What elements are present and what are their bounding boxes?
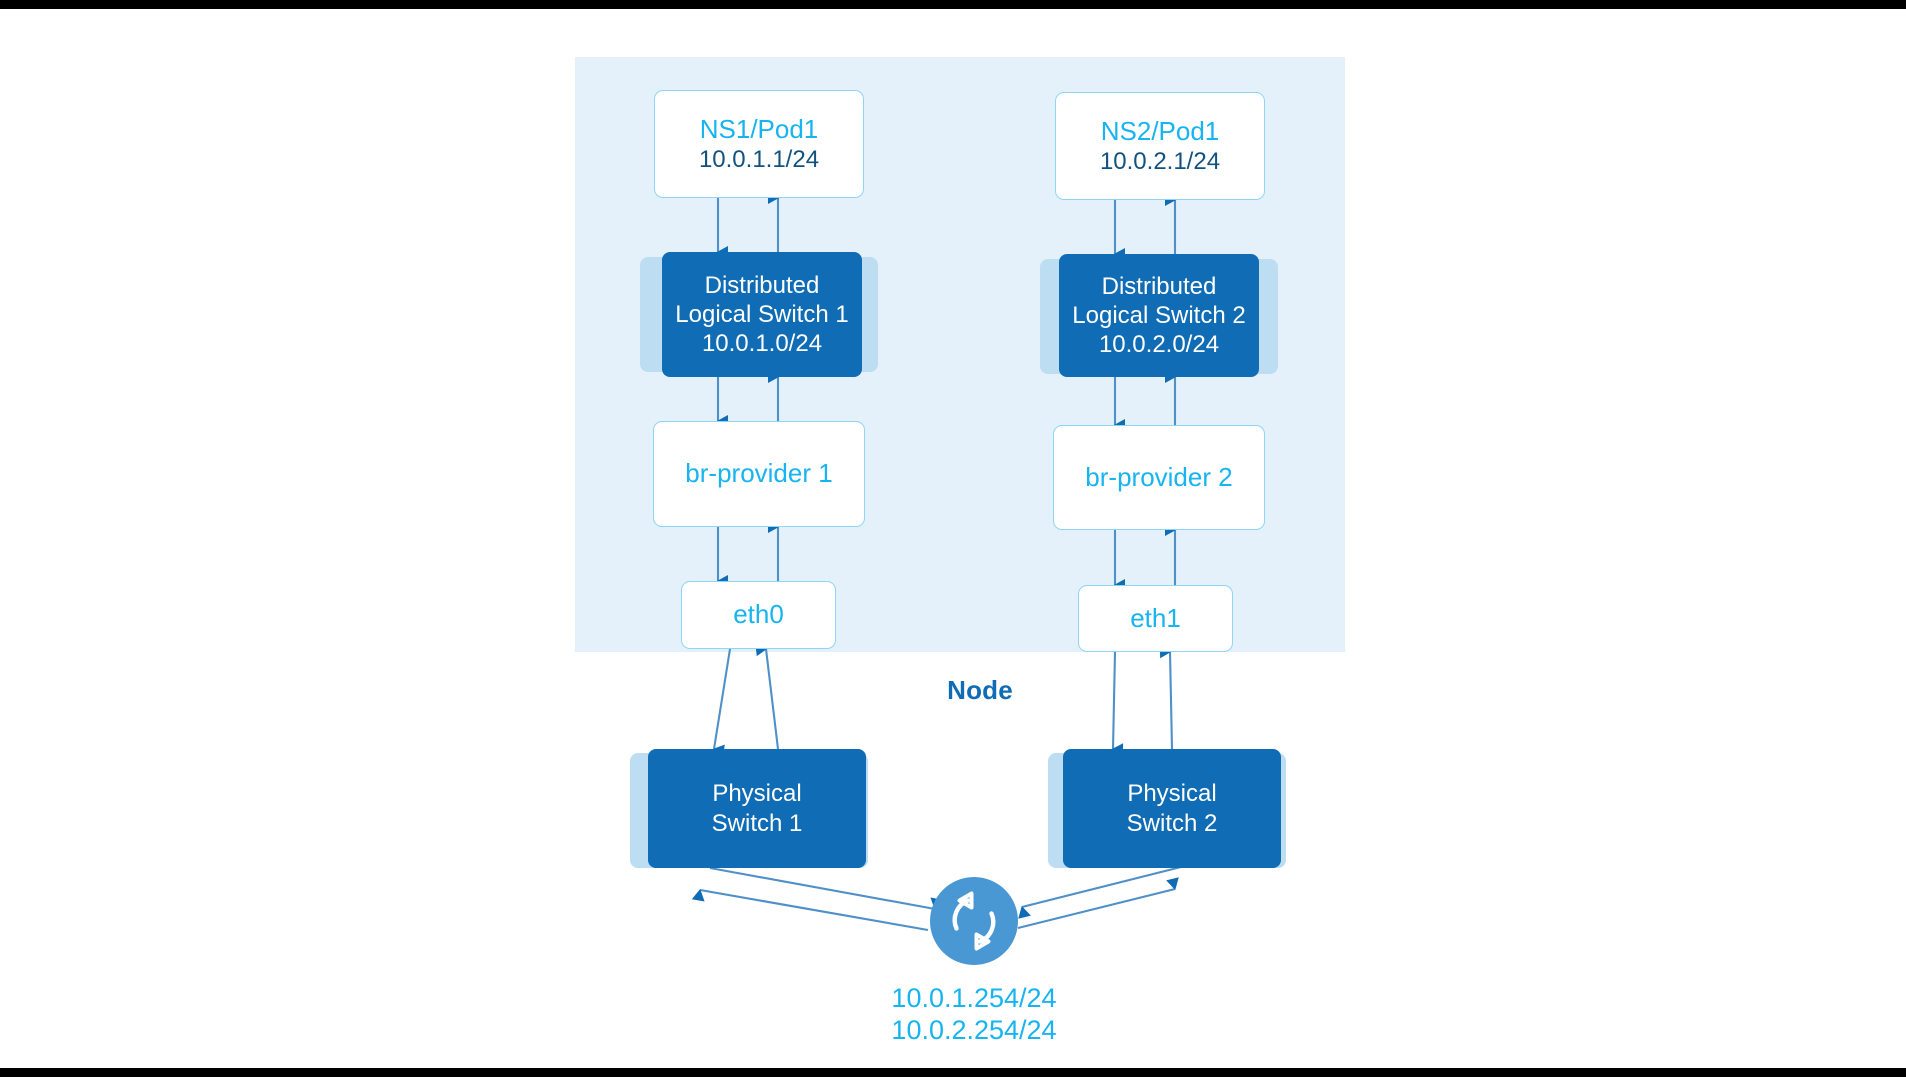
bridge-box-1[interactable]: br-provider 1: [653, 421, 865, 527]
node-label: Node: [947, 675, 1013, 705]
pod-name: NS2/Pod1: [1100, 115, 1220, 146]
pod-name: NS1/Pod1: [699, 113, 819, 144]
pod-box-1[interactable]: NS1/Pod1 10.0.1.1/24: [654, 90, 864, 198]
bridge-box-2[interactable]: br-provider 2: [1053, 425, 1265, 530]
physical-switch-box-2[interactable]: Physical Switch 2: [1063, 749, 1281, 868]
screen-top-bar: [0, 0, 1906, 9]
bridge-name: br-provider 1: [685, 458, 833, 489]
physical-switch-line1: Physical: [712, 780, 802, 808]
logical-switch-box-2[interactable]: Distributed Logical Switch 2 10.0.2.0/24: [1059, 254, 1259, 377]
interface-box-1[interactable]: eth0: [681, 581, 836, 649]
logical-switch-line2: Logical Switch 1: [675, 300, 849, 328]
router-ip-list: 10.0.1.254/24 10.0.2.254/24: [804, 983, 1144, 1047]
bridge-name: br-provider 2: [1085, 461, 1233, 492]
logical-switch-line1: Distributed: [704, 271, 820, 299]
interface-name: eth0: [733, 599, 784, 630]
logical-switch-box-1[interactable]: Distributed Logical Switch 1 10.0.1.0/24: [662, 252, 862, 377]
router-ip: 10.0.1.254/24: [891, 983, 1057, 1013]
pod-ip: 10.0.1.1/24: [698, 146, 820, 174]
logical-switch-cidr: 10.0.2.0/24: [1098, 331, 1220, 359]
router-sync-icon[interactable]: [930, 877, 1018, 965]
interface-box-2[interactable]: eth1: [1078, 585, 1233, 652]
physical-switch-box-1[interactable]: Physical Switch 1: [648, 749, 866, 868]
physical-switch-line1: Physical: [1127, 780, 1217, 808]
interface-name: eth1: [1130, 602, 1181, 633]
screen-bottom-bar: [0, 1068, 1906, 1077]
physical-switch-line2: Switch 2: [1126, 809, 1218, 837]
physical-switch-line2: Switch 1: [711, 809, 803, 837]
pod-ip: 10.0.2.1/24: [1099, 148, 1221, 176]
router-ip: 10.0.2.254/24: [891, 1014, 1057, 1045]
logical-switch-line1: Distributed: [1101, 272, 1217, 300]
diagram-canvas: NS1/Pod1 10.0.1.1/24 Distributed Logical…: [0, 0, 1906, 1077]
pod-box-2[interactable]: NS2/Pod1 10.0.2.1/24: [1055, 92, 1265, 200]
logical-switch-cidr: 10.0.1.0/24: [701, 330, 823, 358]
logical-switch-line2: Logical Switch 2: [1072, 301, 1246, 329]
